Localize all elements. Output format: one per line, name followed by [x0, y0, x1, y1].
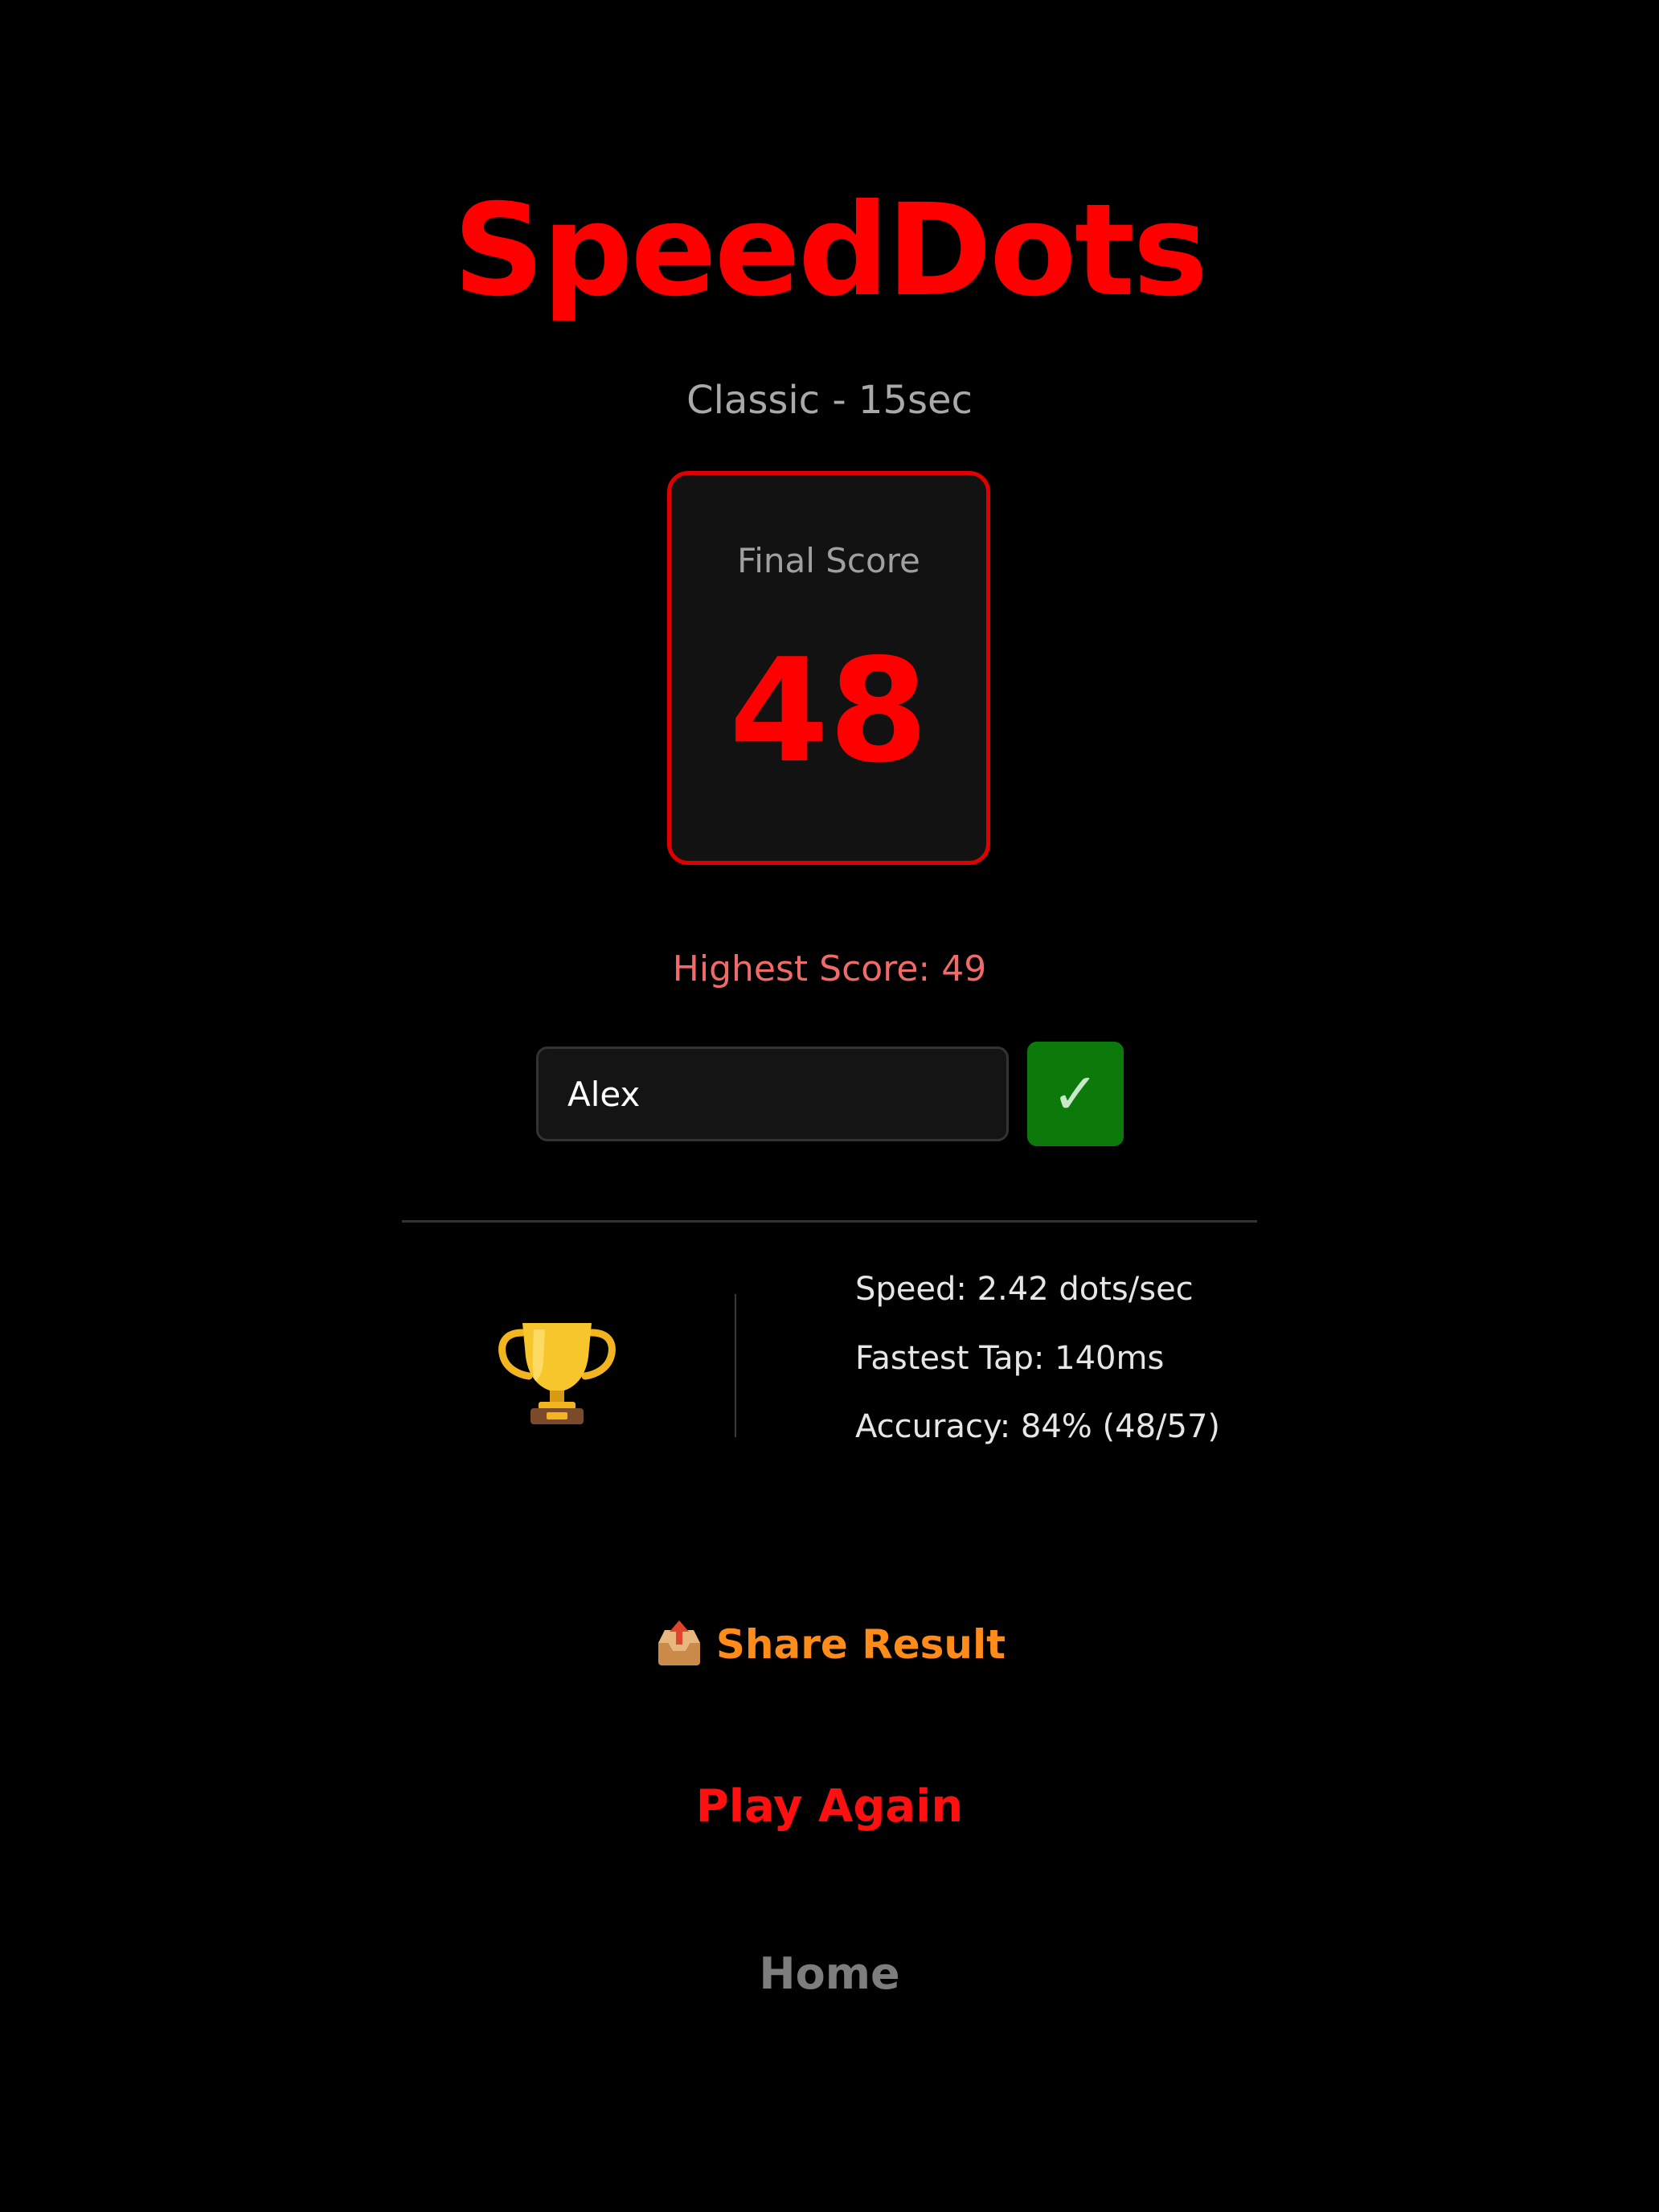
- game-mode-label: Classic - 15sec: [686, 378, 973, 423]
- stat-fastest-tap: Fastest Tap: 140ms: [855, 1340, 1165, 1377]
- share-result-label: Share Result: [715, 1621, 1006, 1668]
- outbox-tray-icon: [657, 1620, 700, 1665]
- play-again-button[interactable]: Play Again: [0, 1780, 1659, 1833]
- section-divider: [402, 1220, 1257, 1223]
- stat-speed: Speed: 2.42 dots/sec: [855, 1271, 1194, 1308]
- confirm-name-button[interactable]: ✓: [1027, 1042, 1124, 1146]
- stat-accuracy: Accuracy: 84% (48/57): [855, 1408, 1221, 1445]
- final-score-label: Final Score: [737, 541, 920, 580]
- home-button[interactable]: Home: [0, 1948, 1659, 2001]
- player-name-input[interactable]: [536, 1047, 1009, 1141]
- app-title: SpeedDots: [453, 177, 1209, 325]
- final-score-card: Final Score 48: [667, 471, 990, 865]
- stats-divider: [735, 1294, 736, 1437]
- trophy-icon: [498, 1323, 616, 1424]
- highest-score-text: Highest Score: 49: [672, 948, 987, 989]
- final-score-value: 48: [729, 628, 928, 794]
- share-result-button[interactable]: Share Result: [0, 1620, 1659, 1672]
